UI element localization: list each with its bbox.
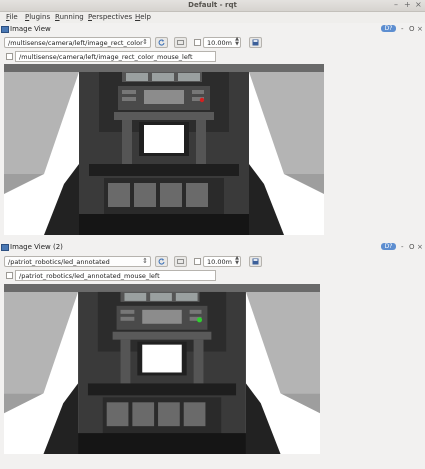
panel-2-mouse-topic-value: /patriot_robotics/led_annotated_mouse_le…	[19, 272, 160, 280]
panel-1-mouse-checkbox[interactable]	[6, 53, 13, 60]
image-view-icon	[1, 244, 9, 251]
panel-2-smooth-checkbox[interactable]	[194, 258, 201, 265]
panel-2-image-view[interactable]	[4, 284, 320, 454]
spin-arrows-icon[interactable]: ▲ ▼	[235, 37, 239, 47]
panel-1-undock-button[interactable]: O	[409, 25, 415, 33]
refresh-icon	[158, 39, 165, 46]
window-title: Default - rqt	[188, 1, 237, 9]
chevron-updown-icon: ⇕	[142, 257, 148, 265]
panel-1-minimize-button[interactable]: -	[401, 25, 404, 33]
panel-2-titlebar: Image View (2) D? - O ×	[1, 243, 424, 251]
menu-help[interactable]: Help	[135, 13, 151, 21]
panel-2-zoom-value: 10.00m	[207, 258, 232, 266]
fit-icon	[177, 40, 184, 45]
panel-2-minimize-button[interactable]: -	[401, 243, 404, 251]
robot-camera-image	[4, 284, 320, 454]
menu-plugins[interactable]: Plugins	[25, 13, 50, 21]
menu-bar: File Plugins Running Perspectives Help	[0, 12, 425, 23]
minimize-window-button[interactable]: –	[394, 0, 398, 9]
image-view-icon	[1, 26, 9, 33]
panel-2-dc-button[interactable]: D?	[381, 243, 396, 250]
panel-1-titlebar: Image View D? - O ×	[1, 25, 424, 33]
panel-1-title: Image View	[10, 25, 51, 33]
panel-1-dc-button[interactable]: D?	[381, 25, 396, 32]
fit-icon	[177, 259, 184, 264]
led-indicator	[196, 317, 203, 323]
panel-1-topic-combo[interactable]: /multisense/camera/left/image_rect_color…	[4, 37, 151, 48]
window-titlebar: Default - rqt – + ×	[0, 0, 425, 12]
spin-arrows-icon[interactable]: ▲ ▼	[235, 256, 239, 266]
maximize-window-button[interactable]: +	[404, 0, 411, 9]
panel-2-topic-combo[interactable]: /patriot_robotics/led_annotated ⇕	[4, 256, 151, 267]
panel-2-mouse-topic-field[interactable]: /patriot_robotics/led_annotated_mouse_le…	[15, 270, 216, 281]
save-icon	[252, 258, 259, 265]
menu-perspectives[interactable]: Perspectives	[88, 13, 132, 21]
menu-running[interactable]: Running	[55, 13, 84, 21]
refresh-icon	[158, 258, 165, 265]
close-window-button[interactable]: ×	[415, 0, 422, 9]
panel-2-undock-button[interactable]: O	[409, 243, 415, 251]
menu-file[interactable]: File	[6, 13, 18, 21]
save-icon	[252, 39, 259, 46]
panel-1-refresh-button[interactable]	[155, 37, 168, 48]
panel-1-mouse-topic-value: /multisense/camera/left/image_rect_color…	[19, 53, 193, 61]
panel-2-close-button[interactable]: ×	[417, 243, 423, 251]
chevron-updown-icon: ⇕	[142, 38, 148, 46]
panel-1-close-button[interactable]: ×	[417, 25, 423, 33]
panel-2-mouse-checkbox[interactable]	[6, 272, 13, 279]
robot-camera-image	[4, 64, 324, 235]
panel-2-refresh-button[interactable]	[155, 256, 168, 267]
panel-1-zoom-value: 10.00m	[207, 39, 232, 47]
panel-1-fit-button[interactable]	[174, 37, 187, 48]
panel-1-topic-value: /multisense/camera/left/image_rect_color	[8, 39, 143, 47]
panel-2-save-button[interactable]	[249, 256, 262, 267]
panel-1-zoom-spinbox[interactable]: 10.00m ▲ ▼	[203, 37, 241, 48]
panel-1-save-button[interactable]	[249, 37, 262, 48]
panel-2-fit-button[interactable]	[174, 256, 187, 267]
panel-1-smooth-checkbox[interactable]	[194, 39, 201, 46]
panel-1-image-view[interactable]	[4, 64, 324, 235]
panel-2-zoom-spinbox[interactable]: 10.00m ▲ ▼	[203, 256, 241, 267]
panel-2-topic-value: /patriot_robotics/led_annotated	[8, 258, 110, 266]
led-indicator	[199, 97, 205, 103]
panel-2-title: Image View (2)	[10, 243, 63, 251]
panel-1-mouse-topic-field[interactable]: /multisense/camera/left/image_rect_color…	[15, 51, 216, 62]
